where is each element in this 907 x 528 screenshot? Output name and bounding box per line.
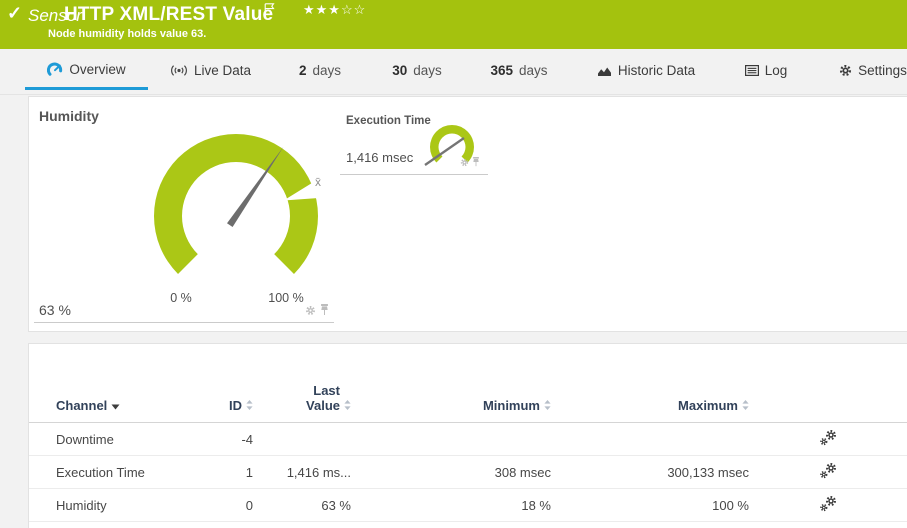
channel-name: Downtime	[29, 432, 193, 447]
humidity-gauge-title: Humidity	[39, 108, 99, 124]
prtg-sensor-page: { "colors": { "status_up_green": "#a4c20…	[0, 0, 907, 528]
area-chart-icon	[597, 65, 612, 77]
channel-maximum: 100 %	[551, 498, 749, 513]
humidity-scale-max-label: 100 %	[261, 291, 311, 305]
table-row-execution-time[interactable]: Execution Time 1 1,416 ms... 308 msec 30…	[29, 456, 907, 489]
tab-settings[interactable]: Settings	[838, 51, 907, 90]
tab-2-days[interactable]: 2 days	[293, 51, 347, 90]
sensor-status-header: ✓ Sensor HTTP XML/REST Value ★★★☆☆ Node …	[0, 0, 907, 49]
execution-time-panel-divider	[340, 174, 488, 175]
column-header-channel[interactable]: Channel	[29, 344, 193, 422]
sensor-title: HTTP XML/REST Value	[64, 4, 273, 26]
priority-stars-filled: ★★★	[303, 2, 341, 17]
sensor-status-message: Node humidity holds value 63.	[48, 28, 206, 40]
tab-live-data[interactable]: Live Data	[163, 51, 258, 90]
channel-table-header: Channel ID Last Value Minimum Maximum	[29, 344, 907, 423]
humidity-average-marker-label: x̄	[315, 175, 321, 189]
tab-365-days[interactable]: 365 days	[489, 51, 549, 90]
channel-settings-gears-icon[interactable]	[819, 429, 838, 446]
tab-2-days-label: days	[312, 63, 341, 78]
channel-minimum: 308 msec	[351, 465, 551, 480]
channel-name: Humidity	[29, 498, 193, 513]
column-header-maximum[interactable]: Maximum	[551, 344, 749, 422]
execution-time-panel-actions	[460, 157, 480, 167]
tab-settings-label: Settings	[858, 63, 907, 78]
table-row-humidity[interactable]: Humidity 0 63 % 18 % 100 %	[29, 489, 907, 522]
pin-icon[interactable]	[320, 304, 329, 316]
tab-historic-data[interactable]: Historic Data	[592, 51, 700, 90]
log-list-icon	[745, 65, 759, 76]
tab-overview-label: Overview	[69, 62, 125, 77]
channel-minimum: 18 %	[351, 498, 551, 513]
humidity-panel-actions	[305, 304, 329, 316]
sensor-tabbar: Overview Live Data 2 days 30 days 365 da…	[0, 49, 907, 95]
execution-time-gauge-title: Execution Time	[346, 115, 431, 127]
gauge-settings-gear-icon[interactable]	[460, 158, 469, 167]
column-header-actions	[749, 344, 907, 422]
broadcast-icon	[170, 64, 188, 77]
tab-30-days-label: days	[413, 63, 442, 78]
column-header-id[interactable]: ID	[193, 344, 253, 422]
tab-log-label: Log	[765, 63, 788, 78]
tab-log[interactable]: Log	[742, 51, 790, 90]
priority-stars[interactable]: ★★★☆☆	[303, 2, 366, 18]
status-ok-check-icon: ✓	[7, 3, 22, 24]
tab-overview[interactable]: Overview	[25, 51, 148, 90]
channel-id: -4	[193, 432, 253, 447]
tab-30-days[interactable]: 30 days	[388, 51, 446, 90]
pin-icon[interactable]	[472, 157, 480, 167]
tab-365-days-label: days	[519, 63, 548, 78]
table-row-downtime[interactable]: Downtime -4	[29, 423, 907, 456]
tab-historic-data-label: Historic Data	[618, 63, 695, 78]
channel-id: 1	[193, 465, 253, 480]
priority-stars-empty: ☆☆	[341, 2, 366, 17]
tab-2-days-number: 2	[299, 63, 307, 78]
humidity-gauge-arc	[154, 134, 318, 274]
sort-toggle-icon	[246, 400, 253, 413]
sort-desc-icon	[111, 404, 120, 413]
channel-last-value: 63 %	[253, 498, 351, 513]
sort-toggle-icon	[344, 400, 351, 413]
tab-live-data-label: Live Data	[194, 63, 251, 78]
execution-time-current-value: 1,416 msec	[346, 150, 413, 165]
channel-table-panel: Channel ID Last Value Minimum Maximum	[28, 343, 907, 528]
gear-icon	[839, 64, 852, 77]
tab-30-days-number: 30	[392, 63, 407, 78]
channel-last-value: 1,416 ms...	[253, 465, 351, 480]
column-header-last-value[interactable]: Last Value	[253, 344, 351, 422]
gauge-settings-gear-icon[interactable]	[305, 305, 316, 316]
humidity-current-value: 63 %	[39, 302, 71, 318]
channel-maximum: 300,133 msec	[551, 465, 749, 480]
channel-id: 0	[193, 498, 253, 513]
column-header-minimum[interactable]: Minimum	[351, 344, 551, 422]
tab-365-days-number: 365	[490, 63, 513, 78]
channel-settings-gears-icon[interactable]	[819, 462, 838, 479]
humidity-scale-min-label: 0 %	[156, 291, 206, 305]
gauge-overview-icon	[47, 62, 63, 77]
overview-gauges-panel: Humidity 0 % 100 % 63 % x̄ Execution T	[28, 96, 907, 332]
channel-name: Execution Time	[29, 465, 193, 480]
sort-toggle-icon	[742, 400, 749, 413]
flag-icon[interactable]	[264, 3, 275, 14]
humidity-panel-divider	[34, 322, 334, 323]
channel-settings-gears-icon[interactable]	[819, 495, 838, 512]
sort-toggle-icon	[544, 400, 551, 413]
